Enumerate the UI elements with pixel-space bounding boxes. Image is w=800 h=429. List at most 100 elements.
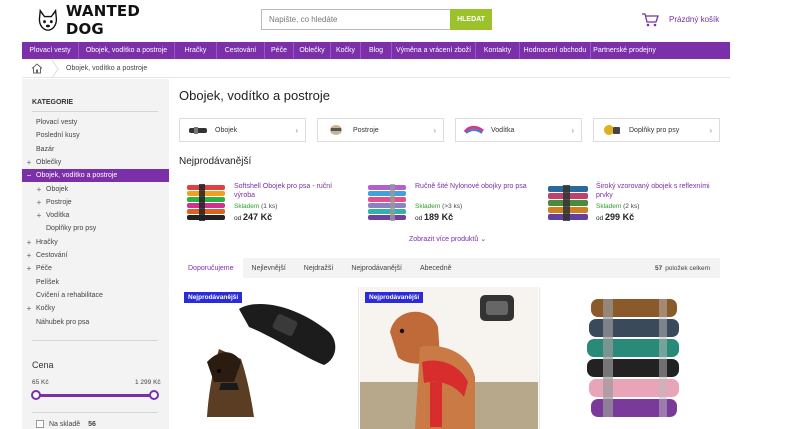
show-more-products-link[interactable]: Zobrazit více produktů ⌄ [409,235,486,243]
category-item[interactable]: Pelíšek [22,276,169,289]
bestseller-item[interactable]: Ručně šité Nylonové obojky pro psa Sklad… [364,180,534,226]
category-item[interactable]: Poslední kusy [22,129,169,142]
expand-icon[interactable]: + [22,158,36,167]
shopping-cart-icon [642,13,659,27]
subcategory-doplnky[interactable]: Doplňky pro psy › [593,118,720,142]
price-value: 189 Kč [424,212,454,222]
product-card[interactable]: Nejprodávanější [179,287,357,429]
breadcrumb-separator-icon [51,59,59,78]
nylon-collars-image [368,184,406,221]
logo-text: WANTED DOG [65,2,140,38]
expand-icon[interactable]: + [22,251,36,260]
category-item[interactable]: Bazár [22,143,169,156]
stock-status: Skladem [415,203,441,210]
sort-tab-nejlevnejsi[interactable]: Nejlevnější [243,258,295,278]
bestseller-badge: Nejprodávanější [184,292,243,303]
bestseller-name[interactable]: Ručně šité Nylonové obojky pro psa [415,182,535,191]
nav-item-kontakty[interactable]: Kontakty [476,42,520,59]
expand-icon[interactable]: + [32,198,46,207]
bestseller-item[interactable]: Softshell Obojek pro psa - ruční výroba … [183,180,353,226]
stock-quantity: (1 ks) [261,203,278,210]
product-card[interactable]: Nejprodávanější [360,287,538,429]
nav-item-blog[interactable]: Blog [361,42,392,59]
nav-item-obojek[interactable]: Obojek, vodítko a postroje [79,42,175,59]
nav-item-kocky[interactable]: Kočky [331,42,361,59]
expand-icon[interactable]: + [32,211,46,220]
site-logo[interactable]: WANTED DOG [36,2,166,38]
stock-quantity: (2 ks) [623,203,640,210]
collapse-icon[interactable]: − [22,171,36,180]
search-bar: HLEDAT [261,9,492,30]
sort-tab-nejprodavanejsi[interactable]: Nejprodávanější [342,258,411,278]
category-item[interactable]: + Hračky [22,236,169,249]
expand-icon[interactable]: + [22,264,36,273]
price-prefix: od [415,215,423,222]
price-min-label: 65 Kč [32,379,49,386]
sort-tab-abecedne[interactable]: Abecedně [411,258,461,278]
bestseller-price: od 247 Kč [234,212,272,222]
subcategory-voditka[interactable]: Vodítka › [455,118,582,142]
subcategory-postroje[interactable]: Postroje › [317,118,444,142]
search-input[interactable] [261,9,450,30]
category-label: Obojek [46,185,69,193]
category-item[interactable]: + Vodítka [22,209,169,222]
leash-thumbnail-icon [463,125,484,134]
expand-icon[interactable]: + [22,238,36,247]
category-item[interactable]: Náhubek pro psa [22,316,169,329]
subcategory-obojek[interactable]: Obojek › [179,118,306,142]
nav-item-plovaci-vesty[interactable]: Plovací vesty [22,42,79,59]
category-item[interactable]: Plovací vesty [22,116,169,129]
price-slider-track[interactable] [36,394,154,397]
category-item[interactable]: Cvičení a rehabilitace [22,289,169,302]
sort-bar: Doporučujeme Nejlevnější Nejdražší Nejpr… [179,258,720,278]
nav-item-hracky[interactable]: Hračky [175,42,217,59]
bestseller-item[interactable]: Široký vzorovaný obojek s reflexními prv… [545,180,715,226]
bestseller-price: od 189 Kč [415,212,453,222]
in-stock-checkbox[interactable] [36,420,44,428]
category-item[interactable]: + Obojek [22,183,169,196]
softshell-collars-image [187,184,225,221]
french-bulldog-logo-icon [38,8,58,31]
chevron-down-icon: ⌄ [480,236,487,243]
accessories-thumbnail-icon [604,125,620,135]
price-prefix: od [596,215,604,222]
nav-item-vymena[interactable]: Výměna a vrácení zboží [392,42,476,59]
nav-item-hodnoceni[interactable]: Hodnocení obchodu [520,42,591,59]
price-slider-max-handle[interactable] [149,390,159,400]
nav-item-cestovani[interactable]: Cestování [217,42,265,59]
sort-tab-nejdrazsi[interactable]: Nejdražší [295,258,343,278]
category-item[interactable]: + Oblečky [22,156,169,169]
harness-thumbnail-icon [330,125,342,135]
category-label: Cestování [36,252,68,259]
divider [358,287,359,429]
home-icon[interactable] [31,63,43,74]
category-label: Plovací vesty [36,119,78,126]
category-item[interactable]: Doplňky pro psy [22,222,169,235]
category-item[interactable]: + Kočky [22,302,169,315]
category-item[interactable]: + Péče [22,262,169,275]
category-label: Bazár [36,145,55,153]
sort-tab-doporucujeme[interactable]: Doporučujeme [179,258,243,278]
subcategory-label: Obojek [215,126,238,134]
bestseller-name[interactable]: Široký vzorovaný obojek s reflexními prv… [596,182,716,200]
category-label: Pelíšek [36,278,59,286]
category-item[interactable]: + Postroje [22,196,169,209]
product-card[interactable] [541,287,719,429]
search-button[interactable]: HLEDAT [450,9,492,30]
expand-icon[interactable]: + [32,185,46,194]
nav-item-oblecky[interactable]: Oblečky [294,42,331,59]
nav-item-pece[interactable]: Péče [265,42,294,59]
category-item[interactable]: + Cestování [22,249,169,262]
cart-link[interactable]: Prázdný košík [641,12,719,27]
bestsellers-title: Nejprodávanější [179,156,252,167]
in-stock-label: Na skladě [49,420,81,428]
price-value: 247 Kč [243,212,273,222]
bestseller-name[interactable]: Softshell Obojek pro psa - ruční výroba [234,182,354,200]
expand-icon[interactable]: + [22,304,36,313]
in-stock-filter[interactable]: Na skladě 56 [36,420,96,428]
category-item[interactable]: − Obojek, vodítko a postroje [22,169,169,183]
product-count-label: položek celkem [665,264,710,272]
price-slider-min-handle[interactable] [31,390,41,400]
nav-item-partnerske-prodejny[interactable]: Partnerské prodejny [591,42,658,59]
price-filter-title: Cena [32,360,54,370]
